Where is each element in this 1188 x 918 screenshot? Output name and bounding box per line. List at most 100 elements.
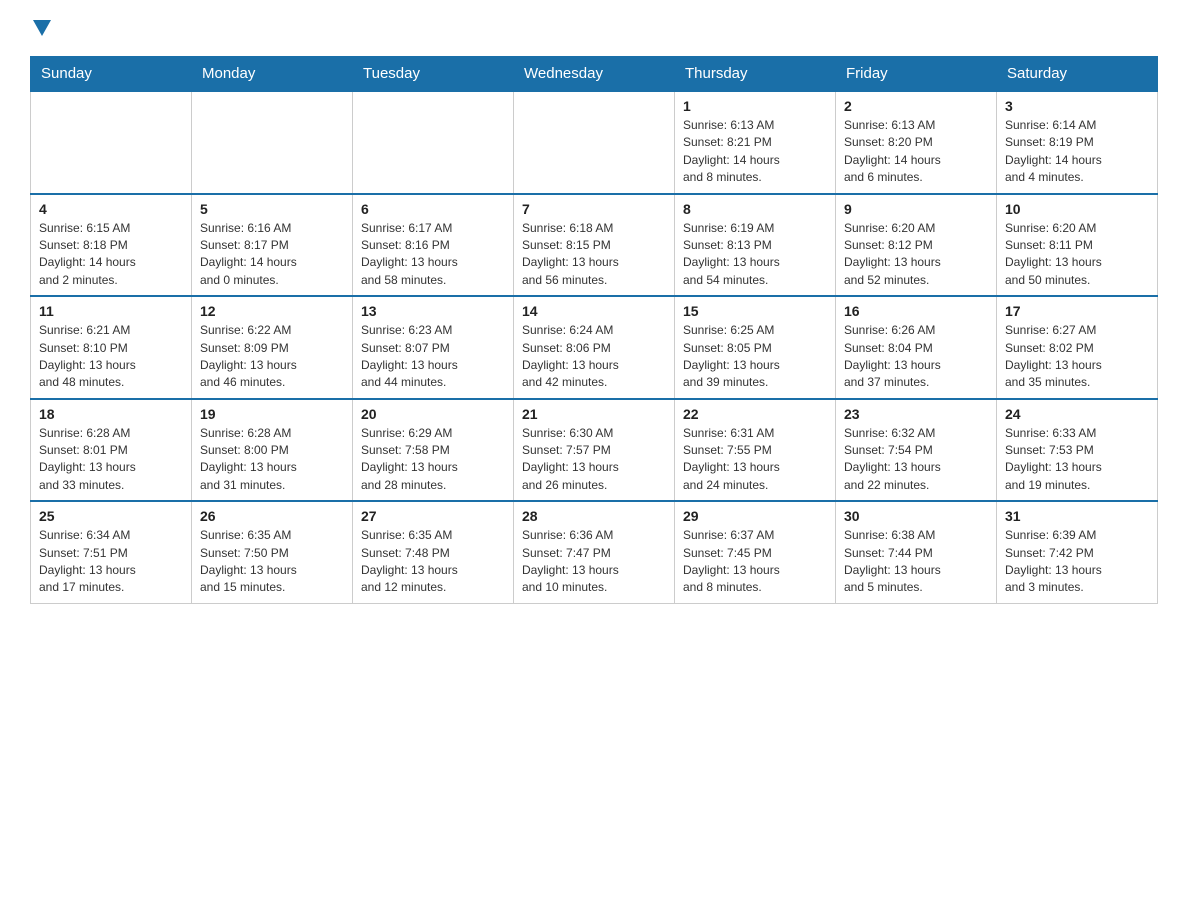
day-number: 23 [844,406,988,422]
day-number: 13 [361,303,505,319]
day-number: 2 [844,98,988,114]
day-info: Sunrise: 6:36 AM Sunset: 7:47 PM Dayligh… [522,528,619,594]
page-header [30,20,1158,38]
calendar-week-5: 25Sunrise: 6:34 AM Sunset: 7:51 PM Dayli… [31,501,1158,603]
calendar-cell: 7 Sunrise: 6:18 AM Sunset: 8:15 PM Daylig… [514,194,675,297]
day-info: Sunrise: 6:37 AM Sunset: 7:45 PM Dayligh… [683,528,780,594]
day-info: Sunrise: 6:13 AM Sunset: 8:20 PM Dayligh… [844,118,941,184]
calendar-cell: 16 Sunrise: 6:26 AM Sunset: 8:04 PM Dayli… [836,296,997,399]
day-info: Sunrise: 6:25 AM Sunset: 8:05 PM Dayligh… [683,323,780,389]
day-number: 25 [39,508,183,524]
day-info: Sunrise: 6:39 AM Sunset: 7:42 PM Dayligh… [1005,528,1102,594]
weekday-header-friday: Friday [836,57,997,92]
calendar-cell: 6 Sunrise: 6:17 AM Sunset: 8:16 PM Daylig… [353,194,514,297]
calendar-cell: 2 Sunrise: 6:13 AM Sunset: 8:20 PM Daylig… [836,91,997,194]
calendar-cell: 29Sunrise: 6:37 AM Sunset: 7:45 PM Dayli… [675,501,836,603]
day-info: Sunrise: 6:18 AM Sunset: 8:15 PM Dayligh… [522,221,619,287]
day-number: 6 [361,201,505,217]
calendar-cell [31,91,192,194]
calendar-cell [192,91,353,194]
day-number: 27 [361,508,505,524]
day-number: 24 [1005,406,1149,422]
calendar-cell: 30 Sunrise: 6:38 AM Sunset: 7:44 PM Dayli… [836,501,997,603]
day-info: Sunrise: 6:19 AM Sunset: 8:13 PM Dayligh… [683,221,780,287]
calendar-cell: 12Sunrise: 6:22 AM Sunset: 8:09 PM Dayli… [192,296,353,399]
day-number: 26 [200,508,344,524]
day-info: Sunrise: 6:20 AM Sunset: 8:12 PM Dayligh… [844,221,941,287]
day-number: 18 [39,406,183,422]
calendar-cell: 11 Sunrise: 6:21 AM Sunset: 8:10 PM Dayli… [31,296,192,399]
day-info: Sunrise: 6:21 AM Sunset: 8:10 PM Dayligh… [39,323,136,389]
calendar-cell: 5 Sunrise: 6:16 AM Sunset: 8:17 PM Daylig… [192,194,353,297]
day-number: 30 [844,508,988,524]
day-number: 4 [39,201,183,217]
calendar-cell: 17 Sunrise: 6:27 AM Sunset: 8:02 PM Dayli… [997,296,1158,399]
day-info: Sunrise: 6:16 AM Sunset: 8:17 PM Dayligh… [200,221,297,287]
calendar-cell: 31 Sunrise: 6:39 AM Sunset: 7:42 PM Dayli… [997,501,1158,603]
day-number: 16 [844,303,988,319]
calendar-week-1: 1 Sunrise: 6:13 AM Sunset: 8:21 PM Daylig… [31,91,1158,194]
calendar-cell: 24 Sunrise: 6:33 AM Sunset: 7:53 PM Dayli… [997,399,1158,502]
day-number: 1 [683,98,827,114]
calendar-table: SundayMondayTuesdayWednesdayThursdayFrid… [30,56,1158,604]
day-info: Sunrise: 6:24 AM Sunset: 8:06 PM Dayligh… [522,323,619,389]
day-number: 3 [1005,98,1149,114]
day-info: Sunrise: 6:22 AM Sunset: 8:09 PM Dayligh… [200,323,297,389]
day-number: 22 [683,406,827,422]
calendar-cell: 10 Sunrise: 6:20 AM Sunset: 8:11 PM Dayli… [997,194,1158,297]
weekday-header-monday: Monday [192,57,353,92]
day-number: 31 [1005,508,1149,524]
calendar-cell: 21Sunrise: 6:30 AM Sunset: 7:57 PM Dayli… [514,399,675,502]
logo [30,20,51,38]
calendar-cell: 3 Sunrise: 6:14 AM Sunset: 8:19 PM Daylig… [997,91,1158,194]
day-info: Sunrise: 6:13 AM Sunset: 8:21 PM Dayligh… [683,118,780,184]
day-number: 17 [1005,303,1149,319]
day-number: 9 [844,201,988,217]
day-info: Sunrise: 6:38 AM Sunset: 7:44 PM Dayligh… [844,528,941,594]
day-number: 10 [1005,201,1149,217]
day-info: Sunrise: 6:28 AM Sunset: 8:01 PM Dayligh… [39,426,136,492]
calendar-cell: 14 Sunrise: 6:24 AM Sunset: 8:06 PM Dayli… [514,296,675,399]
day-number: 5 [200,201,344,217]
day-info: Sunrise: 6:35 AM Sunset: 7:48 PM Dayligh… [361,528,458,594]
weekday-header-sunday: Sunday [31,57,192,92]
day-info: Sunrise: 6:32 AM Sunset: 7:54 PM Dayligh… [844,426,941,492]
day-info: Sunrise: 6:14 AM Sunset: 8:19 PM Dayligh… [1005,118,1102,184]
day-info: Sunrise: 6:35 AM Sunset: 7:50 PM Dayligh… [200,528,297,594]
calendar-cell: 18 Sunrise: 6:28 AM Sunset: 8:01 PM Dayli… [31,399,192,502]
calendar-cell: 26 Sunrise: 6:35 AM Sunset: 7:50 PM Dayli… [192,501,353,603]
day-number: 28 [522,508,666,524]
calendar-week-4: 18 Sunrise: 6:28 AM Sunset: 8:01 PM Dayli… [31,399,1158,502]
day-info: Sunrise: 6:33 AM Sunset: 7:53 PM Dayligh… [1005,426,1102,492]
day-info: Sunrise: 6:15 AM Sunset: 8:18 PM Dayligh… [39,221,136,287]
day-info: Sunrise: 6:23 AM Sunset: 8:07 PM Dayligh… [361,323,458,389]
calendar-cell: 13 Sunrise: 6:23 AM Sunset: 8:07 PM Dayli… [353,296,514,399]
day-info: Sunrise: 6:26 AM Sunset: 8:04 PM Dayligh… [844,323,941,389]
calendar-cell: 15 Sunrise: 6:25 AM Sunset: 8:05 PM Dayli… [675,296,836,399]
calendar-cell: 25Sunrise: 6:34 AM Sunset: 7:51 PM Dayli… [31,501,192,603]
day-info: Sunrise: 6:28 AM Sunset: 8:00 PM Dayligh… [200,426,297,492]
day-info: Sunrise: 6:30 AM Sunset: 7:57 PM Dayligh… [522,426,619,492]
weekday-header-saturday: Saturday [997,57,1158,92]
calendar-cell: 9 Sunrise: 6:20 AM Sunset: 8:12 PM Daylig… [836,194,997,297]
calendar-cell: 19Sunrise: 6:28 AM Sunset: 8:00 PM Dayli… [192,399,353,502]
weekday-header-tuesday: Tuesday [353,57,514,92]
day-number: 11 [39,303,183,319]
day-info: Sunrise: 6:17 AM Sunset: 8:16 PM Dayligh… [361,221,458,287]
calendar-cell: 4 Sunrise: 6:15 AM Sunset: 8:18 PM Daylig… [31,194,192,297]
calendar-cell: 27 Sunrise: 6:35 AM Sunset: 7:48 PM Dayli… [353,501,514,603]
calendar-cell [353,91,514,194]
day-info: Sunrise: 6:27 AM Sunset: 8:02 PM Dayligh… [1005,323,1102,389]
day-info: Sunrise: 6:20 AM Sunset: 8:11 PM Dayligh… [1005,221,1102,287]
calendar-cell: 22Sunrise: 6:31 AM Sunset: 7:55 PM Dayli… [675,399,836,502]
logo-arrow-icon [33,20,51,36]
calendar-cell: 23 Sunrise: 6:32 AM Sunset: 7:54 PM Dayli… [836,399,997,502]
day-number: 7 [522,201,666,217]
calendar-week-2: 4 Sunrise: 6:15 AM Sunset: 8:18 PM Daylig… [31,194,1158,297]
day-number: 15 [683,303,827,319]
calendar-header-row: SundayMondayTuesdayWednesdayThursdayFrid… [31,57,1158,92]
calendar-cell: 1 Sunrise: 6:13 AM Sunset: 8:21 PM Daylig… [675,91,836,194]
day-number: 14 [522,303,666,319]
calendar-cell: 20Sunrise: 6:29 AM Sunset: 7:58 PM Dayli… [353,399,514,502]
calendar-week-3: 11 Sunrise: 6:21 AM Sunset: 8:10 PM Dayli… [31,296,1158,399]
